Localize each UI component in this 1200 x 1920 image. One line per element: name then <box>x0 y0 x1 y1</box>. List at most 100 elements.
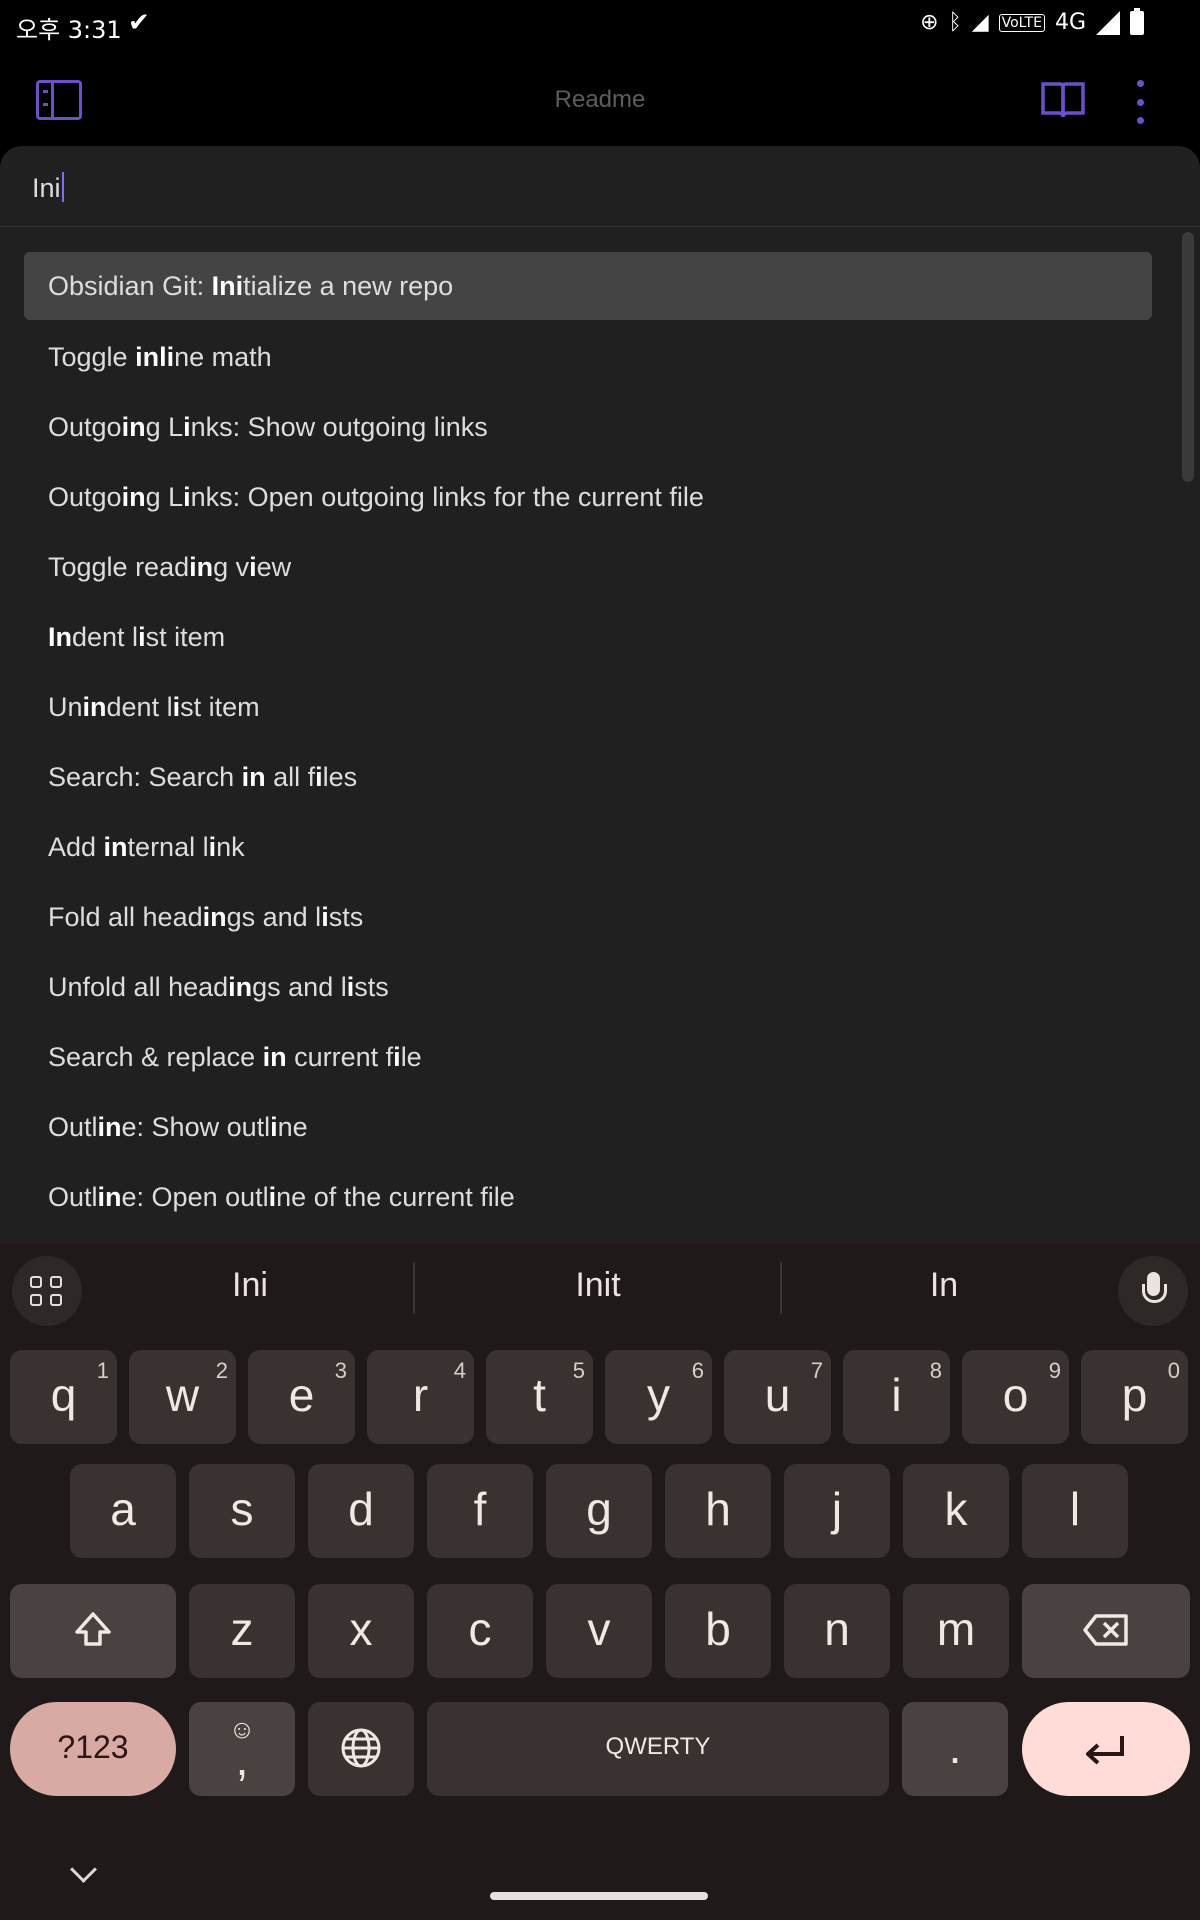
status-time: 오후 3:31 <box>16 16 122 44</box>
key-w[interactable]: w2 <box>129 1350 236 1444</box>
key-label: QWERTY <box>605 1733 711 1760</box>
suggestion-word[interactable]: In <box>824 1266 1064 1305</box>
microphone-icon[interactable] <box>1118 1256 1188 1326</box>
key-label: o <box>1002 1369 1029 1421</box>
key-i[interactable]: i8 <box>843 1350 950 1444</box>
command-item[interactable]: Toggle reading view <box>24 532 1152 602</box>
symbols-key[interactable]: ?123 <box>10 1702 176 1796</box>
comma-emoji-key[interactable]: ☺, <box>189 1702 295 1796</box>
key-v[interactable]: v <box>546 1584 652 1678</box>
command-item[interactable]: Search: Search in all files <box>24 742 1152 812</box>
key-label: z <box>230 1603 254 1655</box>
suggestion-word[interactable]: Ini <box>130 1266 370 1305</box>
match-highlight: in <box>97 1182 122 1212</box>
key-x[interactable]: x <box>308 1584 414 1678</box>
key-e[interactable]: e3 <box>248 1350 355 1444</box>
match-highlight: i <box>183 482 191 512</box>
match-highlight: in <box>121 412 146 442</box>
backspace-key[interactable] <box>1022 1584 1190 1678</box>
command-palette: Ini Obsidian Git: Initialize a new repo T… <box>0 146 1200 1246</box>
key-hint: 3 <box>334 1358 347 1383</box>
key-label: ?123 <box>57 1729 129 1765</box>
key-g[interactable]: g <box>546 1464 652 1558</box>
match-highlight: in <box>135 342 160 372</box>
command-item[interactable]: Outgoing Links: Open outgoing links for … <box>24 462 1152 532</box>
command-item[interactable]: Search & replace in current file <box>24 1022 1152 1092</box>
match-highlight: i <box>183 412 191 442</box>
key-p[interactable]: p0 <box>1081 1350 1188 1444</box>
key-j[interactable]: j <box>784 1464 890 1558</box>
enter-key[interactable] <box>1022 1702 1190 1796</box>
key-label: c <box>468 1603 492 1655</box>
match-highlight: i <box>393 1042 401 1072</box>
match-highlight: in <box>202 902 227 932</box>
key-hint: 2 <box>215 1358 228 1383</box>
key-a[interactable]: a <box>70 1464 176 1558</box>
key-h[interactable]: h <box>665 1464 771 1558</box>
match-highlight: i <box>172 692 181 722</box>
command-item[interactable]: Add internal link <box>24 812 1152 882</box>
key-hint: 1 <box>96 1358 109 1383</box>
key-u[interactable]: u7 <box>724 1350 831 1444</box>
match-highlight: in <box>97 1112 122 1142</box>
command-item[interactable]: Indent list item <box>24 602 1152 672</box>
match-highlight: in <box>82 692 107 722</box>
match-highlight: i <box>315 762 323 792</box>
key-b[interactable]: b <box>665 1584 771 1678</box>
match-highlight: i <box>321 902 329 932</box>
match-highlight: in <box>103 832 128 862</box>
status-bar: 오후 3:31 ✔ ⊕ ᛒ ◢ VoLTE 4G <box>0 0 1200 50</box>
key-label: q <box>50 1369 77 1421</box>
match-highlight: in <box>262 1042 287 1072</box>
key-z[interactable]: z <box>189 1584 295 1678</box>
command-item[interactable]: Unindent list item <box>24 672 1152 742</box>
suggestion-word[interactable]: Init <box>478 1266 718 1305</box>
command-item[interactable]: Obsidian Git: Initialize a new repo <box>24 252 1152 320</box>
key-label: g <box>586 1483 612 1535</box>
command-item[interactable]: Toggle inline math <box>24 322 1152 392</box>
command-item[interactable]: Outline: Show outline <box>24 1092 1152 1162</box>
command-search-input[interactable]: Ini <box>0 146 1200 227</box>
command-item[interactable]: Fold all headings and lists <box>24 882 1152 952</box>
match-highlight: i <box>270 1112 278 1142</box>
key-hint: 4 <box>453 1358 466 1383</box>
apps-grid-icon[interactable] <box>12 1256 82 1326</box>
match-highlight: i <box>268 1182 277 1212</box>
key-label: e <box>288 1369 315 1421</box>
reading-view-icon[interactable] <box>1040 80 1086 120</box>
key-label: p <box>1121 1369 1148 1421</box>
key-c[interactable]: c <box>427 1584 533 1678</box>
key-f[interactable]: f <box>427 1464 533 1558</box>
command-item[interactable]: Outline: Open outline of the current fil… <box>24 1162 1152 1232</box>
app-header: Readme <box>0 50 1200 148</box>
space-key[interactable]: QWERTY <box>427 1702 889 1796</box>
match-highlight: li <box>159 342 175 372</box>
key-m[interactable]: m <box>903 1584 1009 1678</box>
key-label: k <box>944 1483 968 1535</box>
suggestion-strip: Ini Init In <box>0 1244 1200 1330</box>
key-q[interactable]: q1 <box>10 1350 117 1444</box>
battery-icon <box>1130 7 1144 35</box>
language-key[interactable] <box>308 1702 414 1796</box>
key-y[interactable]: y6 <box>605 1350 712 1444</box>
home-indicator[interactable] <box>490 1892 708 1900</box>
key-o[interactable]: o9 <box>962 1350 1069 1444</box>
network-type: 4G <box>1054 10 1086 35</box>
key-label: u <box>764 1369 791 1421</box>
scrollbar[interactable] <box>1182 232 1194 482</box>
key-r[interactable]: r4 <box>367 1350 474 1444</box>
key-t[interactable]: t5 <box>486 1350 593 1444</box>
period-key[interactable]: . <box>902 1702 1008 1796</box>
key-s[interactable]: s <box>189 1464 295 1558</box>
more-options-icon[interactable] <box>1130 80 1150 124</box>
command-item[interactable]: Outgoing Links: Show outgoing links <box>24 392 1152 462</box>
key-label: n <box>824 1603 850 1655</box>
text-caret <box>61 172 64 202</box>
key-l[interactable]: l <box>1022 1464 1128 1558</box>
key-d[interactable]: d <box>308 1464 414 1558</box>
key-k[interactable]: k <box>903 1464 1009 1558</box>
shift-key[interactable] <box>10 1584 176 1678</box>
key-n[interactable]: n <box>784 1584 890 1678</box>
match-highlight: in <box>189 552 214 582</box>
command-item[interactable]: Unfold all headings and lists <box>24 952 1152 1022</box>
